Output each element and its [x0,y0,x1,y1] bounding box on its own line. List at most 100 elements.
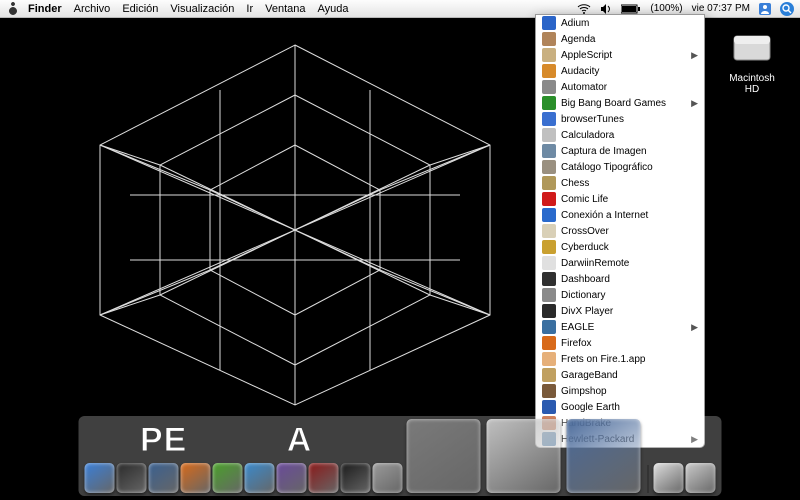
app-icon [542,256,556,270]
dock-window-b[interactable] [686,463,716,493]
app-icon [542,320,556,334]
menu-ayuda[interactable]: Ayuda [318,3,349,15]
app-menu-item[interactable]: Gimpshop [536,383,704,399]
app-menu-item[interactable]: Google Earth [536,399,704,415]
dock-firefox[interactable] [181,463,211,493]
app-icon [542,272,556,286]
app-menu-item[interactable]: Chess [536,175,704,191]
app-menu-item[interactable]: Automator [536,79,704,95]
app-icon [542,16,556,30]
menu-visualizacion[interactable]: Visualización [170,3,234,15]
dock-app-c[interactable] [407,419,481,493]
app-menu-item[interactable]: DarwiinRemote [536,255,704,271]
app-icon [542,352,556,366]
battery-icon[interactable] [621,4,641,14]
dock-window-a[interactable] [654,463,684,493]
screensaver-wireframe [60,35,530,415]
app-menu-label: CrossOver [561,226,609,237]
dock-applications-folder[interactable] [567,419,641,493]
app-menu-label: Agenda [561,34,595,45]
wifi-icon[interactable] [577,3,591,15]
app-menu-item[interactable]: browserTunes [536,111,704,127]
app-icon [542,128,556,142]
app-menu-label: Comic Life [561,194,608,205]
app-menu-item[interactable]: Calculadora [536,127,704,143]
app-menu-item[interactable]: Conexión a Internet [536,207,704,223]
battery-percent: (100%) [650,3,682,14]
app-menu-label: EAGLE [561,322,594,333]
app-menu-label: Calculadora [561,130,614,141]
app-menu-label: Google Earth [561,402,620,413]
active-app-name[interactable]: Finder [28,3,62,15]
menu-edicion[interactable]: Edición [122,3,158,15]
desktop-hd-label: Macintosh HD [722,73,782,95]
app-menu-item[interactable]: Comic Life [536,191,704,207]
dock-dashboard[interactable] [117,463,147,493]
app-menu-item[interactable]: Adium [536,15,704,31]
app-menu-item[interactable]: Dashboard [536,271,704,287]
app-menu-label: Audacity [561,66,599,77]
app-menu-item[interactable]: Big Bang Board Games ▶ [536,95,704,111]
app-menu-label: Big Bang Board Games [561,98,666,109]
app-menu-label: DarwiinRemote [561,258,629,269]
dock-app-d[interactable] [487,419,561,493]
app-menu-item[interactable]: Captura de Imagen [536,143,704,159]
user-icon[interactable] [759,3,771,15]
dock-google-earth[interactable] [149,463,179,493]
menu-ventana[interactable]: Ventana [265,3,305,15]
app-menu-item[interactable]: GarageBand [536,367,704,383]
app-menu-label: Gimpshop [561,386,607,397]
app-menu-item[interactable]: Firefox [536,335,704,351]
app-menu-label: Automator [561,82,607,93]
app-menu-item[interactable]: AppleScript▶ [536,47,704,63]
submenu-arrow-icon: ▶ [691,322,698,333]
app-icon [542,368,556,382]
app-icon [542,64,556,78]
dock-terminal[interactable] [341,463,371,493]
app-menu-label: Catálogo Tipográfico [561,162,653,173]
applications-popup-menu: AdiumAgendaAppleScript▶AudacityAutomator… [535,14,705,448]
app-menu-item[interactable]: Catálogo Tipográfico [536,159,704,175]
dock-photo-booth[interactable] [309,463,339,493]
app-menu-item[interactable]: Frets on Fire.1.app [536,351,704,367]
dock-limewire[interactable] [213,463,243,493]
app-menu-label: Captura de Imagen [561,146,647,157]
clock[interactable]: vie 07:37 PM [692,3,750,14]
menu-archivo[interactable]: Archivo [74,3,111,15]
app-icon [542,48,556,62]
app-menu-item[interactable]: Audacity [536,63,704,79]
app-icon [542,32,556,46]
app-menu-item[interactable]: CrossOver [536,223,704,239]
menu-ir[interactable]: Ir [246,3,253,15]
dock-finder[interactable] [85,463,115,493]
app-menu-label: browserTunes [561,114,624,125]
app-menu-item[interactable]: Agenda [536,31,704,47]
app-menu-label: DivX Player [561,306,613,317]
app-icon [542,176,556,190]
app-menu-item[interactable]: EAGLE ▶ [536,319,704,335]
app-icon [542,384,556,398]
app-icon [542,400,556,414]
dock-app-b[interactable] [277,463,307,493]
app-icon [542,336,556,350]
app-menu-label: Firefox [561,338,592,349]
app-menu-label: GarageBand [561,370,618,381]
desktop-hd-icon[interactable]: Macintosh HD [722,30,782,95]
volume-icon[interactable] [600,3,612,15]
dock-separator [648,465,649,493]
app-menu-item[interactable]: Cyberduck [536,239,704,255]
app-icon [542,288,556,302]
spotlight-icon[interactable] [780,2,794,16]
app-menu-item[interactable]: DivX Player [536,303,704,319]
app-menu-label: Conexión a Internet [561,210,648,221]
app-menu-label: Chess [561,178,589,189]
app-menu-label: Dictionary [561,290,605,301]
app-icon [542,80,556,94]
apple-menu-icon[interactable] [6,2,20,16]
dock-app-a[interactable] [245,463,275,493]
app-menu-label: Adium [561,18,589,29]
dock-system-prefs[interactable] [373,463,403,493]
app-menu-label: AppleScript [561,50,612,61]
app-menu-item[interactable]: Dictionary [536,287,704,303]
submenu-arrow-icon: ▶ [691,98,698,109]
